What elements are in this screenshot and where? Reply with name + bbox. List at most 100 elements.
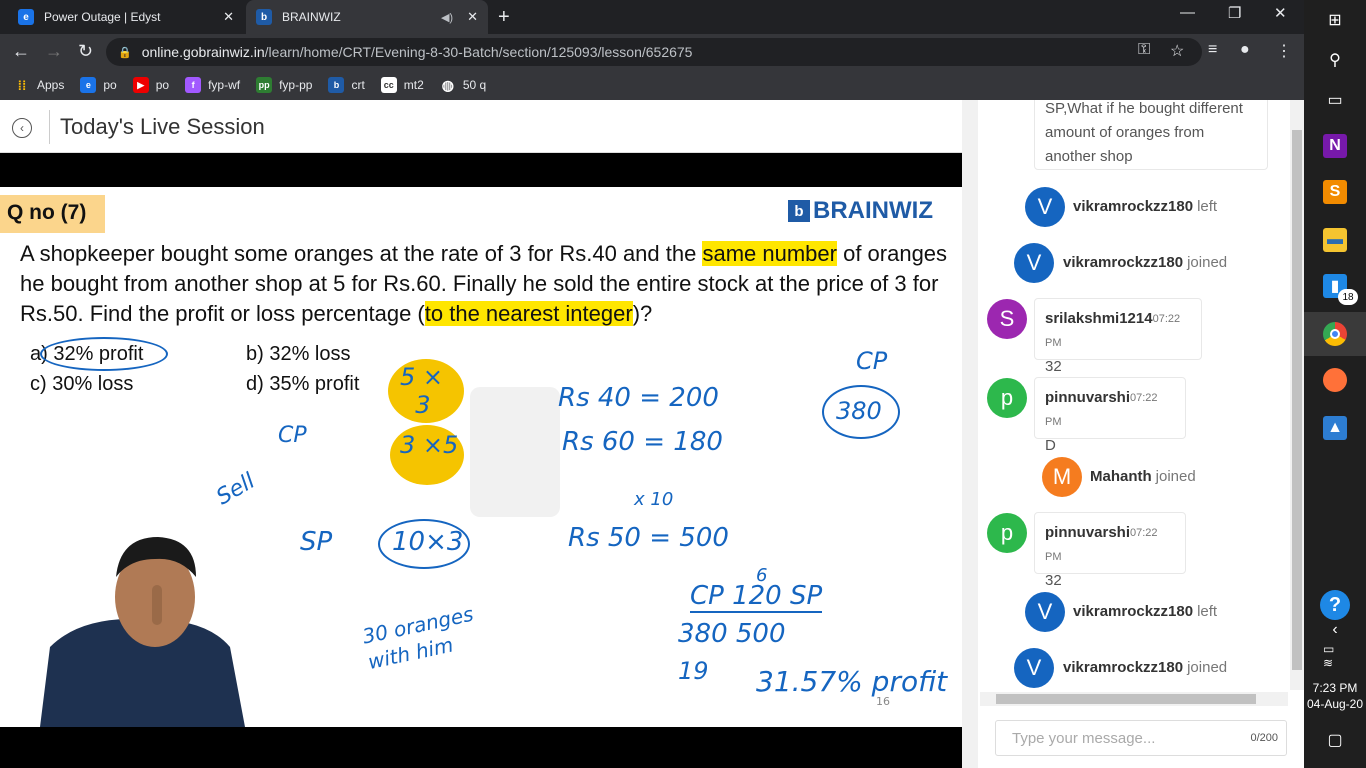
- avatar: V: [1025, 187, 1065, 227]
- ink-fraction-top: CP 120 SP: [690, 581, 823, 613]
- ink-x10: x 10: [634, 489, 674, 510]
- page-scrollbar[interactable]: [962, 100, 978, 768]
- bookmark-po-youtube[interactable]: ▶ po: [132, 77, 169, 93]
- star-icon[interactable]: ☆: [1170, 41, 1184, 61]
- close-window-icon[interactable]: ✕: [1274, 4, 1287, 22]
- browser-tab-bar: e Power Outage | Edyst ✕ b BRAINWIZ ◀) ✕…: [0, 0, 1304, 34]
- bookmark-label: 50 q: [462, 78, 487, 92]
- key-icon[interactable]: ⚿: [1138, 41, 1150, 59]
- url-field[interactable]: 🔒 online.gobrainwiz.in /learn/home/CRT/E…: [106, 38, 1202, 66]
- message-text: D: [1045, 437, 1056, 454]
- ink-cp-label: CP: [278, 423, 307, 448]
- event-text: joined: [1187, 659, 1228, 676]
- battery-wifi-icon[interactable]: ▭ ≋: [1323, 642, 1347, 670]
- option-c: c) 30% loss: [30, 373, 134, 395]
- bookmark-50q[interactable]: ◍ 50 q: [440, 77, 486, 93]
- back-circle-icon[interactable]: ‹: [12, 118, 32, 138]
- chat-hscrollbar-thumb[interactable]: [996, 694, 1256, 704]
- video-player[interactable]: Q no (7) b BRAINWIZ A shopkeeper bought s…: [0, 153, 962, 768]
- restore-icon[interactable]: ❐: [1228, 4, 1241, 22]
- avatar: p: [987, 378, 1027, 418]
- watermark: [470, 387, 560, 517]
- bookmark-label: Apps: [37, 78, 65, 92]
- brainwiz-icon: b: [256, 9, 272, 25]
- file-explorer-icon[interactable]: ▬: [1323, 228, 1347, 252]
- url-path: /learn/home/CRT/Evening-8-30-Batch/secti…: [264, 44, 693, 60]
- ink-result: 31.57% profit: [756, 665, 948, 698]
- ink-sell: Sell: [212, 468, 260, 511]
- bookmark-fyp-wf[interactable]: f fyp-wf: [185, 77, 240, 93]
- action-center-icon[interactable]: ▢: [1323, 728, 1347, 752]
- bookmark-mt2[interactable]: cc mt2: [380, 77, 424, 93]
- new-tab-button[interactable]: +: [498, 6, 510, 29]
- header-divider: [49, 110, 50, 144]
- apps-grid-icon: ⁞⁞: [17, 77, 27, 93]
- bookmark-apps[interactable]: ⁞⁞ Apps: [14, 77, 65, 93]
- chrome-icon[interactable]: [1323, 322, 1347, 346]
- avatar: V: [1014, 243, 1054, 283]
- message-user: pinnuvarshi: [1045, 524, 1131, 541]
- option-d: d) 35% profit: [246, 373, 360, 395]
- bookmark-crt[interactable]: b crt: [328, 77, 365, 93]
- close-tab-icon[interactable]: ✕: [467, 9, 478, 25]
- ink-cp-total: 380: [836, 397, 882, 425]
- close-tab-icon[interactable]: ✕: [223, 9, 234, 25]
- help-icon[interactable]: ?: [1320, 590, 1350, 620]
- menu-icon[interactable]: ⋮: [1276, 41, 1292, 61]
- ink-text: 5 × 3: [400, 363, 444, 419]
- event-text: left: [1197, 198, 1218, 215]
- url-host: online.gobrainwiz.in: [141, 44, 265, 60]
- system-clock[interactable]: 7:23 PM 04-Aug-20: [1304, 680, 1366, 712]
- event-row: vikramrockzz180 left: [1073, 198, 1217, 215]
- answer-circle: [40, 337, 168, 371]
- page-header: ‹ Today's Live Session: [0, 100, 962, 153]
- question-text: A shopkeeper bought some oranges at the …: [20, 239, 950, 329]
- chat-message: pinnuvarshi07:22 PM 32: [1034, 512, 1186, 589]
- brainwiz-logo: b BRAINWIZ: [788, 197, 933, 225]
- ink-fraction-bottom: 380 500: [678, 619, 786, 649]
- question-part: A shopkeeper bought some oranges at the …: [20, 241, 703, 266]
- ink-nineteen: 19: [678, 657, 709, 685]
- chat-message-input[interactable]: [1012, 729, 1251, 747]
- photos-icon[interactable]: ▲: [1323, 416, 1347, 440]
- bookmark-po[interactable]: e po: [80, 77, 117, 93]
- question-highlight: to the nearest integer: [424, 301, 633, 326]
- message-user: pinnuvarshi: [1045, 389, 1131, 406]
- slide-page-number: 16: [876, 695, 890, 708]
- avatar: M: [1042, 457, 1082, 497]
- tab-brainwiz[interactable]: b BRAINWIZ ◀) ✕: [246, 0, 488, 34]
- bookmark-fyp-pp[interactable]: pp fyp-pp: [256, 77, 312, 93]
- sublime-icon[interactable]: S: [1323, 180, 1347, 204]
- page-title: Today's Live Session: [60, 114, 265, 139]
- avatar: V: [1014, 648, 1054, 688]
- event-user: vikramrockzz180: [1073, 198, 1194, 215]
- cc-icon: cc: [380, 77, 397, 93]
- search-icon[interactable]: ⚲: [1323, 48, 1347, 72]
- onenote-icon[interactable]: N: [1323, 134, 1347, 158]
- event-text: left: [1197, 603, 1218, 620]
- lock-icon: 🔒: [118, 46, 132, 59]
- tab-title: Power Outage | Edyst: [44, 10, 161, 24]
- message-text: 32: [1045, 358, 1062, 375]
- tab-edyst[interactable]: e Power Outage | Edyst ✕: [8, 0, 244, 34]
- minimize-icon[interactable]: —: [1180, 4, 1195, 21]
- firefox-icon[interactable]: [1323, 368, 1347, 392]
- chat-scrollbar-thumb[interactable]: [1292, 130, 1302, 670]
- avatar: V: [1025, 592, 1065, 632]
- back-arrow-icon[interactable]: ←: [12, 41, 30, 62]
- clock-date: 04-Aug-20: [1306, 697, 1364, 711]
- chevron-left-icon[interactable]: ‹: [1323, 618, 1347, 642]
- avatar: S: [987, 299, 1027, 339]
- sheet-icon: pp: [256, 77, 273, 93]
- ink-text: 3 ×5: [400, 431, 459, 459]
- speaker-icon[interactable]: ◀): [441, 11, 453, 24]
- youtube-icon: ▶: [132, 77, 149, 93]
- windows-start-icon[interactable]: ⊞: [1323, 8, 1347, 32]
- forward-arrow-icon[interactable]: →: [45, 41, 63, 62]
- profile-icon[interactable]: ●: [1240, 41, 1250, 59]
- media-icon[interactable]: ≡: [1208, 41, 1217, 59]
- ink-sp-label: SP: [300, 527, 333, 557]
- globe-icon: ◍: [441, 76, 454, 93]
- reload-icon[interactable]: ↻: [78, 41, 93, 62]
- task-view-icon[interactable]: ▭: [1323, 88, 1347, 112]
